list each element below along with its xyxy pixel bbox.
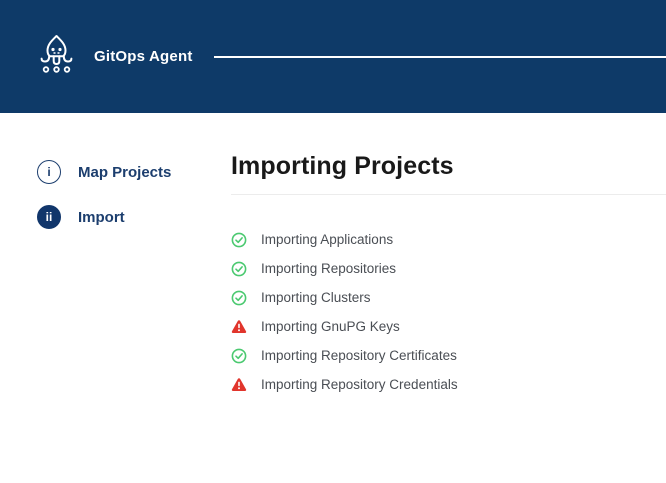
gitops-agent-window: GitOps Agent i Map Projects ii Import Im… [0, 0, 666, 483]
import-status-row: Importing Clusters [231, 283, 666, 312]
step-number-circle: ii [37, 205, 61, 229]
import-status-label: Importing Applications [261, 232, 393, 247]
wizard-steps-sidebar: i Map Projects ii Import [0, 113, 231, 229]
import-status-row: Importing GnuPG Keys [231, 312, 666, 341]
app-title: GitOps Agent [94, 48, 193, 65]
import-status-label: Importing GnuPG Keys [261, 319, 400, 334]
check-circle-icon [231, 348, 247, 364]
argo-octopus-logo-icon [38, 34, 75, 80]
step-import[interactable]: ii Import [37, 205, 231, 229]
import-status-label: Importing Repository Credentials [261, 377, 458, 392]
import-status-row: Importing Applications [231, 225, 666, 254]
import-status-row: Importing Repository Credentials [231, 370, 666, 399]
step-label: Import [78, 209, 125, 226]
step-number-circle: i [37, 160, 61, 184]
page-body: i Map Projects ii Import Importing Proje… [0, 113, 666, 483]
import-status-row: Importing Repository Certificates [231, 341, 666, 370]
import-status-row: Importing Repositories [231, 254, 666, 283]
import-status-label: Importing Repository Certificates [261, 348, 457, 363]
import-status-list: Importing Applications Importing Reposit… [231, 225, 666, 399]
import-status-label: Importing Repositories [261, 261, 396, 276]
step-map-projects[interactable]: i Map Projects [37, 160, 231, 184]
import-status-label: Importing Clusters [261, 290, 371, 305]
check-circle-icon [231, 290, 247, 306]
page-title: Importing Projects [231, 150, 666, 182]
main-content: Importing Projects Importing Application… [231, 113, 666, 399]
warning-triangle-icon [231, 319, 247, 335]
check-circle-icon [231, 261, 247, 277]
warning-triangle-icon [231, 377, 247, 393]
check-circle-icon [231, 232, 247, 248]
step-label: Map Projects [78, 164, 171, 181]
header-divider-line [214, 56, 666, 58]
title-divider [231, 194, 666, 195]
app-header: GitOps Agent [0, 0, 666, 113]
